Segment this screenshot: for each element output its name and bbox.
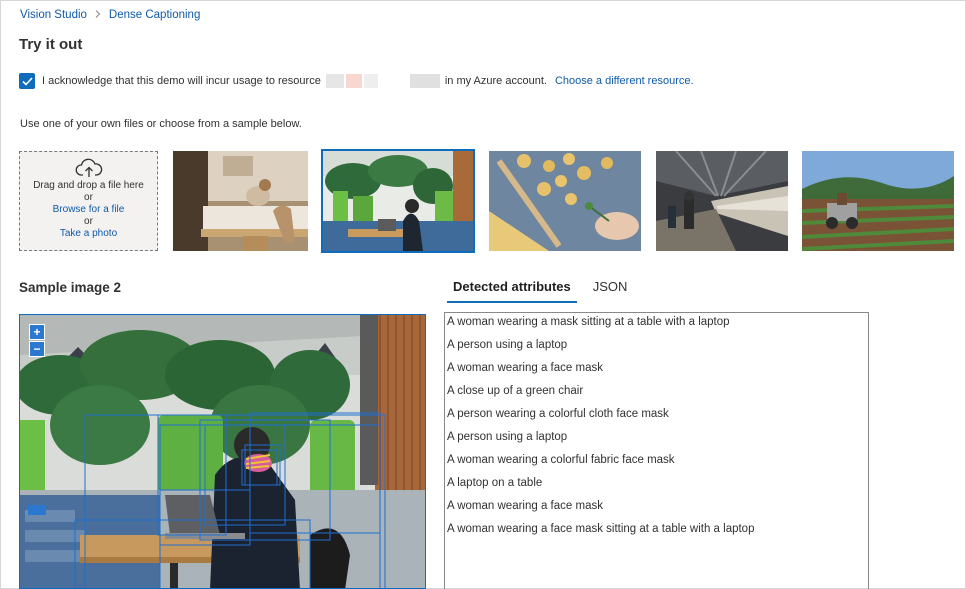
list-item[interactable]: A person using a laptop	[445, 338, 868, 361]
chevron-right-icon	[95, 9, 101, 21]
dropzone-or-2: or	[84, 216, 93, 227]
dropzone-label: Drag and drop a file here	[33, 180, 144, 191]
detected-attributes-list: A woman wearing a mask sitting at a tabl…	[444, 312, 869, 589]
woman-with-laptop-photo-icon	[323, 151, 473, 251]
sample-thumbnail-1[interactable]	[173, 151, 308, 251]
acknowledge-text-suffix: in my Azure account.	[444, 75, 547, 87]
instruction-text: Use one of your own files or choose from…	[20, 118, 302, 130]
tractor-field-photo-icon	[802, 151, 954, 251]
sample-image-title: Sample image 2	[19, 280, 122, 295]
dropzone-or-1: or	[84, 192, 93, 203]
list-item[interactable]: A woman wearing a face mask	[445, 361, 868, 384]
checkmark-icon	[21, 76, 33, 86]
redacted-resource-name	[325, 74, 441, 88]
sample-thumbnail-3[interactable]	[489, 151, 641, 251]
acknowledge-text: I acknowledge that this demo will incur …	[42, 75, 321, 87]
list-item[interactable]: A person wearing a colorful cloth face m…	[445, 407, 868, 430]
choose-resource-link[interactable]: Choose a different resource.	[555, 75, 694, 87]
list-item[interactable]: A woman wearing a face mask	[445, 499, 868, 522]
page-title: Try it out	[19, 36, 83, 53]
sample-thumbnail-4[interactable]	[656, 151, 788, 251]
tab-detected-attributes[interactable]: Detected attributes	[447, 279, 577, 303]
tab-json[interactable]: JSON	[587, 279, 634, 303]
browse-file-link[interactable]: Browse for a file	[20, 204, 157, 216]
breadcrumb-vision-studio[interactable]: Vision Studio	[20, 9, 87, 21]
zoom-in-button[interactable]: +	[29, 324, 45, 340]
acknowledge-row: I acknowledge that this demo will incur …	[19, 73, 694, 89]
pasta-photo-icon	[489, 151, 641, 251]
cloud-upload-icon	[75, 158, 102, 177]
sample-image-woman-laptop	[20, 315, 425, 588]
file-dropzone[interactable]: Drag and drop a file here or Browse for …	[19, 151, 158, 251]
list-item[interactable]: A woman wearing a colorful fabric face m…	[445, 453, 868, 476]
train-station-photo-icon	[656, 151, 788, 251]
sample-thumbnail-2[interactable]	[321, 149, 475, 253]
list-item[interactable]: A person using a laptop	[445, 430, 868, 453]
list-item[interactable]: A laptop on a table	[445, 476, 868, 499]
acknowledge-checkbox[interactable]	[19, 73, 35, 89]
list-item[interactable]: A close up of a green chair	[445, 384, 868, 407]
woman-with-dog-photo-icon	[173, 151, 308, 251]
zoom-out-button[interactable]: −	[29, 341, 45, 357]
breadcrumb-dense-captioning[interactable]: Dense Captioning	[109, 9, 200, 21]
take-photo-link[interactable]: Take a photo	[20, 228, 157, 240]
sample-thumbnail-5[interactable]	[802, 151, 954, 251]
breadcrumb: Vision Studio Dense Captioning	[20, 9, 200, 21]
image-viewer[interactable]: + −	[19, 314, 426, 589]
list-item[interactable]: A woman wearing a mask sitting at a tabl…	[445, 315, 868, 338]
list-item[interactable]: A woman wearing a face mask sitting at a…	[445, 522, 868, 545]
result-tabs: Detected attributes JSON	[447, 279, 643, 303]
